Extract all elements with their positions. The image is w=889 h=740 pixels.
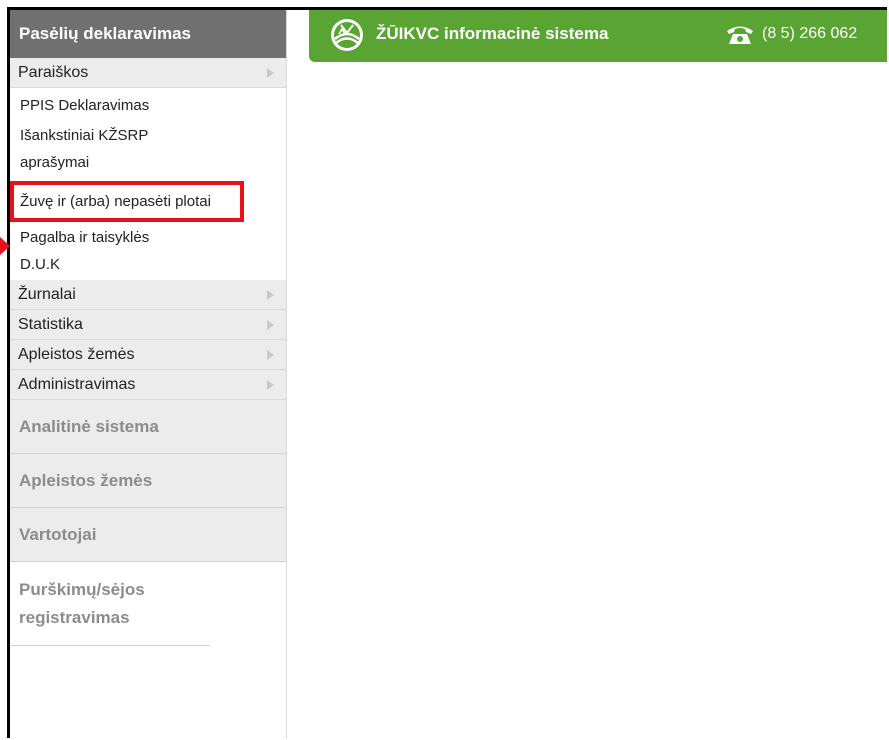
- chevron-right-icon: [267, 350, 274, 360]
- chevron-right-icon: [267, 320, 274, 330]
- app-title: ŽŪIKVC informacinė sistema: [376, 24, 609, 43]
- submenu-item-duk[interactable]: D.U.K: [10, 251, 286, 278]
- menu-item-administravimas[interactable]: Administravimas: [10, 370, 286, 400]
- chevron-right-icon: [267, 290, 274, 300]
- menu-item-zurnalai[interactable]: Žurnalai: [10, 280, 286, 310]
- menu-item-label: Paraiškos: [18, 64, 89, 81]
- menu-item-label: Apleistos žemės: [18, 346, 135, 363]
- menu-item-label: Žurnalai: [18, 286, 76, 303]
- section-vartotojai[interactable]: Vartotojai: [10, 508, 286, 562]
- pointer-arrow-icon: [0, 237, 10, 255]
- menu-item-paraiskos[interactable]: Paraiškos: [10, 58, 286, 88]
- chevron-right-icon: [267, 68, 274, 78]
- submenu-paraiskos: PPIS Deklaravimas Išankstiniai KŽSRP apr…: [10, 92, 286, 278]
- menu-item-apleistos-zemes[interactable]: Apleistos žemės: [10, 340, 286, 370]
- telephone-icon: [727, 26, 753, 44]
- submenu-item-ppis[interactable]: PPIS Deklaravimas: [10, 92, 286, 119]
- section-purskimu-sejos[interactable]: Purškimų/sėjos registravimas: [10, 562, 210, 646]
- submenu-item-pagalba[interactable]: Pagalba ir taisyklės: [10, 224, 286, 251]
- menu-item-label: Statistika: [18, 316, 83, 333]
- zuikvc-logo-icon[interactable]: [329, 17, 365, 53]
- submenu-item-zuve-plotai[interactable]: Žuvę ir (arba) nepasėti plotai: [10, 181, 244, 222]
- submenu-item-isankstiniai[interactable]: Išankstiniai KŽSRP aprašymai: [10, 119, 220, 179]
- sidebar: Pasėlių deklaravimas Paraiškos PPIS Dekl…: [10, 10, 287, 738]
- phone-number[interactable]: (8 5) 266 062: [762, 10, 857, 58]
- menu-item-label: Administravimas: [18, 376, 136, 393]
- menu-item-statistika[interactable]: Statistika: [10, 310, 286, 340]
- top-bar: ŽŪIKVC informacinė sistema (8 5) 266 062: [309, 10, 887, 62]
- app-frame: Pasėlių deklaravimas Paraiškos PPIS Dekl…: [7, 7, 887, 738]
- sidebar-header[interactable]: Pasėlių deklaravimas: [10, 10, 286, 58]
- section-analitine-sistema[interactable]: Analitinė sistema: [10, 400, 286, 454]
- section-apleistos-zemes[interactable]: Apleistos žemės: [10, 454, 286, 508]
- chevron-right-icon: [267, 380, 274, 390]
